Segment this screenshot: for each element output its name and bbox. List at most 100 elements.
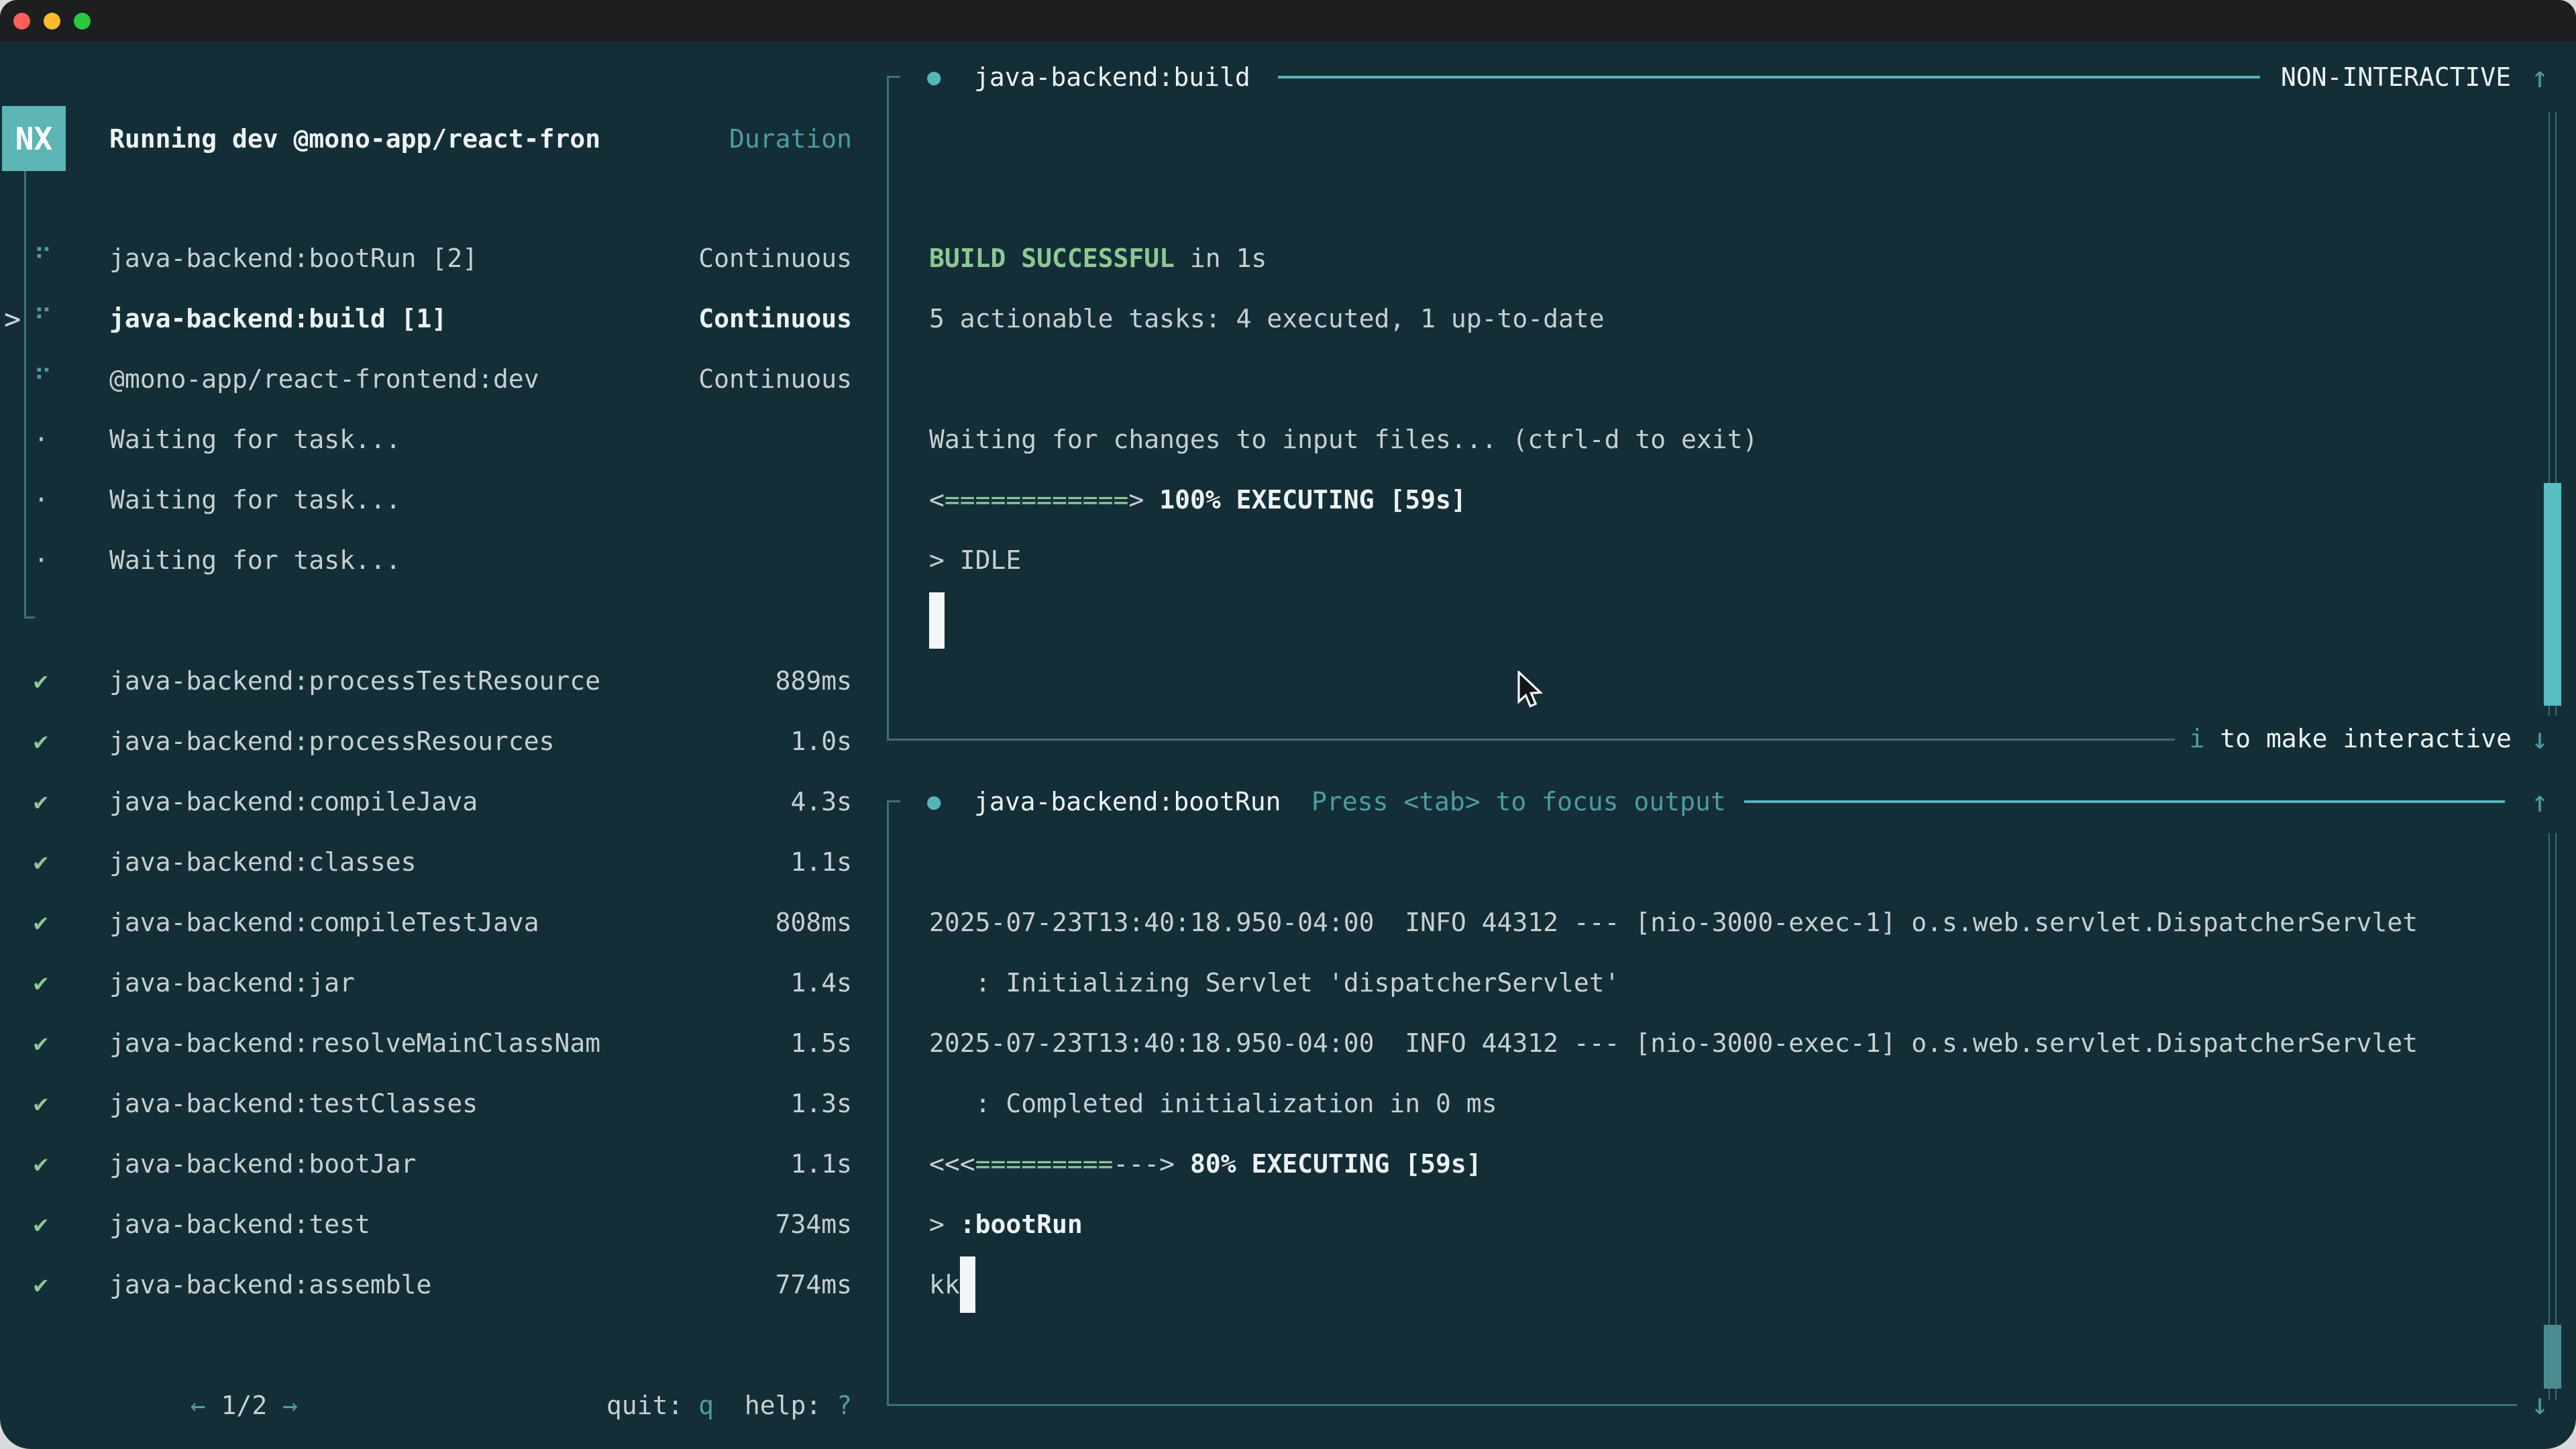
task-duration: 1.1s xyxy=(790,1149,852,1179)
dot-icon: · xyxy=(34,485,49,515)
scroll-up-icon[interactable]: ↑ xyxy=(2525,771,2555,832)
check-icon: ✔ xyxy=(34,1030,48,1057)
output-line: : Initializing Servlet 'dispatcherServle… xyxy=(929,953,2418,1013)
task-rows: ⠋ java-backend:bootRun [2] Continuous > ⠋ jav… xyxy=(0,228,852,1315)
task-row[interactable]: ✔ java-backend:processTestResource 889ms xyxy=(0,651,852,711)
scroll-down-icon[interactable]: ↓ xyxy=(2525,708,2555,769)
task-row[interactable]: ✔java-backend:processResources1.0s xyxy=(0,711,852,771)
task-row[interactable]: > ⠋ java-backend:build [1] Continuous xyxy=(0,288,852,349)
minimize-button[interactable] xyxy=(44,13,60,30)
task-row[interactable] xyxy=(0,590,852,651)
zoom-button[interactable] xyxy=(74,13,91,30)
check-icon: ✔ xyxy=(34,849,48,876)
output-line: <<<=========---> 80% EXECUTING [59s] xyxy=(929,1134,2418,1194)
output-line: 5 actionable tasks: 4 executed, 1 up-to-… xyxy=(929,288,1758,349)
check-icon: ✔ xyxy=(34,1150,48,1178)
task-duration: 808ms xyxy=(775,908,852,937)
task-label: java-backend:compileJava xyxy=(109,787,478,816)
task-duration: 4.3s xyxy=(790,787,852,816)
selected-task-arrow-icon: > xyxy=(4,303,21,335)
interactivity-status-label: NON-INTERACTIVE xyxy=(2281,47,2511,107)
task-row[interactable]: ·Waiting for task... xyxy=(0,530,852,590)
nx-tui-content: NX Running dev @mono-app/react-fron Dura… xyxy=(0,42,2576,1449)
task-label: Waiting for task... xyxy=(109,485,401,515)
task-duration: 1.3s xyxy=(790,1089,852,1118)
scroll-down-icon[interactable]: ↓ xyxy=(2525,1374,2555,1434)
running-dot-icon: ● xyxy=(927,771,941,832)
task-label: @mono-app/react-frontend:dev xyxy=(109,364,539,394)
task-label: java-backend:processTestResource xyxy=(109,666,600,696)
output-line: kk xyxy=(929,1254,2418,1315)
output-line: > :bootRun xyxy=(929,1194,2418,1254)
dot-icon: · xyxy=(34,425,49,454)
task-label: java-backend:testClasses xyxy=(109,1089,478,1118)
output-line xyxy=(929,590,1758,651)
terminal-window: NX Running dev @mono-app/react-fron Dura… xyxy=(0,0,2576,1449)
task-duration: Continuous xyxy=(698,304,852,333)
task-duration: 1.1s xyxy=(790,847,852,877)
pager-next-arrow-icon[interactable]: → xyxy=(282,1391,298,1420)
task-row[interactable]: ✔java-backend:test734ms xyxy=(0,1194,852,1254)
panel-header-rule xyxy=(1278,76,2260,78)
task-row[interactable]: ✔ java-backend:classes 1.1s xyxy=(0,832,852,892)
scrollbar-thumb[interactable] xyxy=(2544,483,2561,706)
task-duration: 889ms xyxy=(775,666,852,696)
task-row[interactable]: ✔ java-backend:resolveMainClassNam 1.5s xyxy=(0,1013,852,1073)
spinner-icon: ⠋ xyxy=(34,364,52,394)
output-line: BUILD SUCCESSFUL in 1s xyxy=(929,228,1758,288)
output-line: <============> 100% EXECUTING [59s] xyxy=(929,470,1758,530)
output-line xyxy=(929,349,1758,409)
task-row[interactable]: ⠋java-backend:bootRun [2]Continuous xyxy=(0,228,852,288)
task-label: java-backend:bootRun [2] xyxy=(109,244,478,273)
check-icon: ✔ xyxy=(34,1271,48,1299)
task-label: Waiting for task... xyxy=(109,425,401,454)
task-list-header: Running dev @mono-app/react-fron Duratio… xyxy=(109,106,852,171)
task-label: java-backend:build [1] xyxy=(109,304,447,333)
check-icon: ✔ xyxy=(34,788,48,816)
terminal-cursor xyxy=(960,1256,975,1313)
task-row[interactable]: · Waiting for task... xyxy=(0,409,852,470)
task-row[interactable]: · Waiting for task... xyxy=(0,470,852,530)
pager: ← 1/2 → xyxy=(37,1361,298,1449)
help-key: ? xyxy=(837,1391,852,1420)
interactive-key: i xyxy=(2190,724,2205,753)
task-row[interactable]: ✔ java-backend:compileJava 4.3s xyxy=(0,771,852,832)
pager-prev-arrow-icon[interactable]: ← xyxy=(191,1391,206,1420)
task-row[interactable]: ✔java-backend:bootJar1.1s xyxy=(0,1134,852,1194)
task-row[interactable]: ✔ java-backend:compileTestJava 808ms xyxy=(0,892,852,953)
panel-title: java-backend:build xyxy=(974,47,1250,107)
output-line: 2025-07-23T13:40:18.950-04:00 INFO 44312… xyxy=(929,892,2418,953)
task-duration: 1.4s xyxy=(790,968,852,998)
task-row[interactable]: ✔java-backend:assemble774ms xyxy=(0,1254,852,1315)
spinner-icon: ⠋ xyxy=(34,304,52,333)
scrollbar-track[interactable] xyxy=(2548,833,2557,1400)
close-button[interactable] xyxy=(13,13,30,30)
running-dot-icon: ● xyxy=(927,47,941,107)
task-label: java-backend:processResources xyxy=(109,727,554,756)
panel-left-border xyxy=(887,800,889,1404)
task-duration: Continuous xyxy=(698,364,852,394)
quit-key: q xyxy=(698,1391,714,1420)
task-row[interactable]: ⠋ @mono-app/react-frontend:dev Continuous xyxy=(0,349,852,409)
task-label: java-backend:compileTestJava xyxy=(109,908,539,937)
check-icon: ✔ xyxy=(34,909,48,936)
panel-title: java-backend:bootRun xyxy=(974,771,1281,832)
task-label: java-backend:test xyxy=(109,1210,370,1239)
build-output-text[interactable]: BUILD SUCCESSFUL in 1s5 actionable tasks… xyxy=(929,228,1758,651)
check-icon: ✔ xyxy=(34,667,48,695)
task-label: java-backend:resolveMainClassNam xyxy=(109,1028,600,1058)
pager-position: 1/2 xyxy=(206,1391,282,1420)
task-row[interactable]: ✔java-backend:jar1.4s xyxy=(0,953,852,1013)
check-icon: ✔ xyxy=(34,969,48,997)
task-duration: Continuous xyxy=(698,244,852,273)
panel-left-border xyxy=(887,76,889,741)
panel-bottom-border xyxy=(887,739,2175,741)
scroll-up-icon[interactable]: ↑ xyxy=(2525,47,2555,107)
nx-logo-badge: NX xyxy=(2,106,66,171)
task-row[interactable]: ✔java-backend:testClasses1.3s xyxy=(0,1073,852,1134)
terminal-cursor xyxy=(929,592,945,649)
task-label: java-backend:classes xyxy=(109,847,417,877)
bootrun-output-text[interactable]: 2025-07-23T13:40:18.950-04:00 INFO 44312… xyxy=(929,892,2418,1315)
task-duration: 774ms xyxy=(775,1270,852,1299)
task-duration: 1.5s xyxy=(790,1028,852,1058)
